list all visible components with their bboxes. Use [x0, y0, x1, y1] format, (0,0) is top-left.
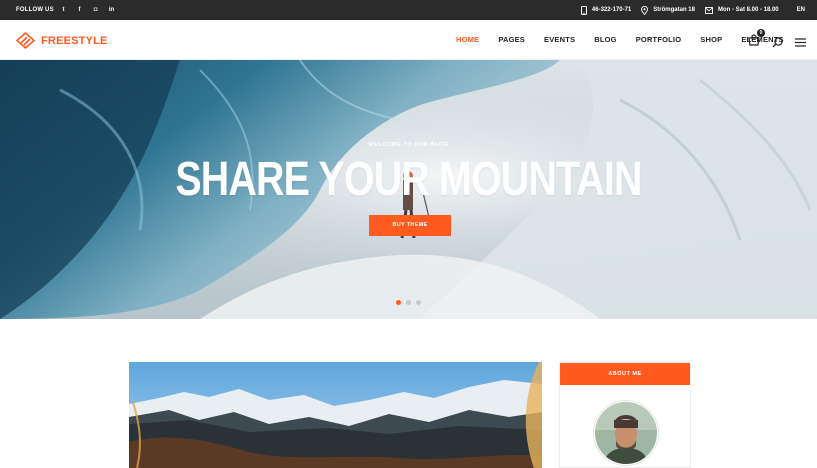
search-icon[interactable] [772, 36, 783, 48]
hero-slider: WELCOME TO OUR BLOG SHARE YOUR MOUNTAIN … [0, 60, 817, 319]
nav-home[interactable]: HOME [456, 35, 479, 44]
instagram-icon[interactable]: ◘ [92, 7, 99, 13]
hero-subtitle: WELCOME TO OUR BLOG [368, 142, 449, 148]
about-me-title: ABOUT ME [560, 363, 690, 385]
hours-text: Mon - Sat 8.00 - 18.00 [717, 7, 779, 13]
twitter-icon[interactable]: t [60, 7, 67, 13]
linkedin-icon[interactable]: in [108, 7, 115, 13]
main-nav: HOME PAGES EVENTS BLOG PORTFOLIO SHOP EL… [456, 35, 784, 44]
nav-shop[interactable]: SHOP [700, 35, 722, 44]
nav-events[interactable]: EVENTS [544, 35, 575, 44]
phone-info[interactable]: 46-322-170-71 [580, 5, 632, 15]
facebook-icon[interactable]: f [76, 7, 83, 13]
phone-number: 46-322-170-71 [591, 7, 632, 13]
slider-dot-1[interactable] [396, 300, 401, 305]
nav-pages[interactable]: PAGES [498, 35, 525, 44]
about-me-widget: ABOUT ME [559, 362, 691, 468]
slider-dot-3[interactable] [416, 300, 421, 305]
nav-portfolio[interactable]: PORTFOLIO [636, 35, 682, 44]
hero-title: SHARE YOUR MOUNTAIN [175, 153, 642, 206]
slider-dot-2[interactable] [406, 300, 411, 305]
logo-text: FREESTYLE [41, 34, 108, 47]
cart-button[interactable]: 0 [748, 29, 765, 51]
author-avatar [593, 400, 659, 466]
address-text: Strömgatan 18 [653, 7, 695, 13]
buy-theme-button[interactable]: BUY THEME [369, 215, 451, 236]
follow-us-label: FOLLOW US [16, 7, 54, 13]
mail-icon [705, 6, 713, 14]
menu-icon[interactable] [795, 37, 806, 47]
header-icons: 0 [748, 29, 806, 51]
cart-count-badge: 0 [757, 29, 765, 37]
top-bar: FOLLOW US t f ◘ in 46-322-170-71 Strömga… [0, 0, 817, 20]
site-header: FREESTYLE HOME PAGES EVENTS BLOG PORTFOL… [0, 20, 817, 60]
phone-icon [580, 5, 587, 15]
contact-info: 46-322-170-71 Strömgatan 18 Mon - Sat 8.… [580, 5, 805, 15]
hours-info: Mon - Sat 8.00 - 18.00 [705, 6, 779, 14]
address-info[interactable]: Strömgatan 18 [641, 5, 695, 15]
mountain-photo [129, 362, 542, 468]
logo[interactable]: FREESTYLE [16, 32, 108, 49]
slider-dots [396, 300, 421, 305]
map-pin-icon [641, 5, 649, 15]
featured-post-image[interactable] [129, 362, 542, 468]
logo-icon [16, 32, 35, 49]
language-selector[interactable]: EN [797, 7, 805, 13]
nav-blog[interactable]: BLOG [594, 35, 616, 44]
social-links: t f ◘ in [60, 7, 115, 13]
